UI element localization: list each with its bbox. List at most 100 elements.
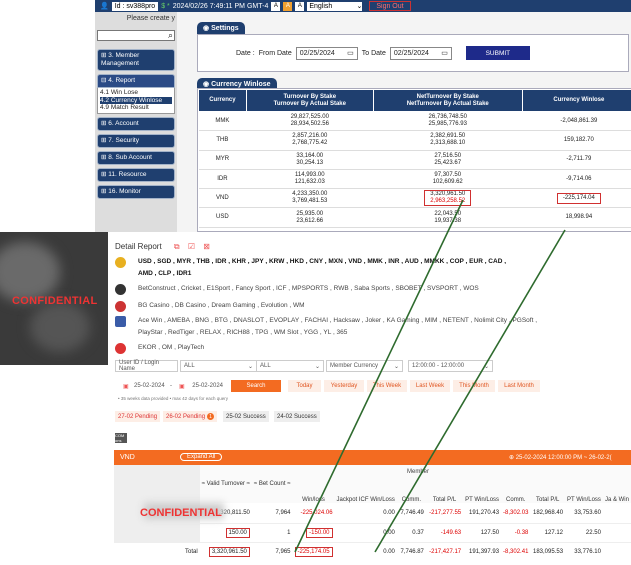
sidebar-item-member[interactable]: ⊞ 3. Member Management bbox=[97, 49, 175, 71]
submit-button[interactable]: SUBMIT bbox=[465, 46, 530, 60]
clear-icon[interactable]: ⊠ bbox=[203, 242, 210, 251]
search-icon[interactable]: ⌕ bbox=[168, 30, 173, 41]
cw-row: THB 2,857,216.00 2,768,775.42 2,382,691.50 2… bbox=[198, 130, 631, 151]
search-input[interactable]: ⌕ bbox=[97, 30, 175, 41]
signout-button[interactable]: Sign Out bbox=[369, 1, 411, 11]
cell: 127.12 bbox=[530, 523, 566, 543]
calendar-icon[interactable]: ▭ bbox=[441, 49, 448, 57]
cw-col-3: Currency Winlose bbox=[521, 89, 631, 112]
chevron-down-icon: ⌄ bbox=[314, 363, 320, 370]
row-label: Total bbox=[114, 542, 200, 561]
edit-icon[interactable]: ⧉ bbox=[174, 242, 180, 251]
cw-turnover: 2,857,216.00 2,768,775.42 bbox=[246, 130, 374, 151]
sidebar-item-account[interactable]: ⊞ 6. Account bbox=[97, 116, 175, 131]
cell: -8,302.03 bbox=[501, 503, 531, 524]
sidebar-item-security[interactable]: ⊞ 7. Security bbox=[97, 133, 175, 148]
cw-turnover: 114,993.00 121,632.03 bbox=[246, 169, 374, 190]
expand-all-button[interactable]: Expand All bbox=[180, 453, 223, 461]
cw-currency: VND bbox=[198, 188, 247, 209]
cell: 7,746.49 bbox=[396, 503, 426, 524]
cell: -150.00 bbox=[292, 523, 335, 543]
highlight-value: -150.00 bbox=[306, 527, 333, 538]
cell: 183,095.53 bbox=[533, 548, 564, 555]
cw-netturnover: 3,320,961.50 2,963,258.52 bbox=[373, 188, 523, 209]
detail-report: Detail Report ⧉ ☑ ⊠ USD , SGD , MYR , TH… bbox=[108, 232, 631, 565]
success-25[interactable]: 25-02 Success bbox=[223, 411, 269, 422]
sidebar-item-subaccount[interactable]: ⊞ 8. Sub Account bbox=[97, 150, 175, 165]
last-month-button[interactable]: Last Month bbox=[498, 380, 540, 392]
sidebar-item-monitor[interactable]: ⊞ 16. Monitor bbox=[97, 184, 175, 199]
from-date-input[interactable]: 02/25/2024 ▭ bbox=[295, 46, 358, 60]
sports-icon bbox=[115, 284, 126, 295]
to-date-field[interactable]: ▣ 25-02-2024 bbox=[176, 380, 226, 392]
pending-27[interactable]: 27-02 Pending bbox=[115, 411, 161, 422]
this-month-button[interactable]: This Month bbox=[453, 380, 495, 392]
to-date-input[interactable]: 02/25/2024 ▭ bbox=[389, 46, 452, 60]
font-medium-button[interactable]: A bbox=[283, 1, 293, 11]
other-list: EKOR , OM , PlayTech bbox=[138, 344, 205, 351]
cell: 191,397.93 bbox=[469, 548, 500, 555]
top-bar: 👤 Id : sv388pro $ * 2024/02/26 7:49:11 P… bbox=[95, 0, 631, 12]
cell: 182,968.40 bbox=[530, 503, 566, 524]
success-24[interactable]: 24-02 Success bbox=[274, 411, 320, 422]
cell: 33,753.60 bbox=[565, 503, 603, 524]
col-total-pl-2: Total P/L bbox=[536, 497, 560, 503]
sidebar-item-winlose[interactable]: 4.1 Win Lose bbox=[100, 89, 172, 97]
time-range-select[interactable]: 12:00:00 - 12:00:00 ⌄ bbox=[408, 360, 493, 372]
cell: 0.37 bbox=[396, 523, 426, 543]
calendar-icon: ▣ bbox=[123, 383, 129, 390]
all-select-2[interactable]: ALL ⌄ bbox=[256, 360, 324, 372]
cell: 3,320,961.50 bbox=[200, 542, 252, 561]
from-date-field[interactable]: ▣ 25-02-2024- bbox=[120, 380, 175, 392]
confidential-panel: CONFIDENTIAL bbox=[0, 232, 108, 365]
language-select[interactable]: English ⌄ bbox=[307, 1, 363, 11]
cell: -217,277.55 bbox=[425, 503, 464, 524]
user-id[interactable]: Id : sv388pro bbox=[111, 1, 159, 11]
col-jackpot-2: Ja & Win bbox=[604, 497, 629, 503]
cw-netturnover: 22,043.50 19,937.38 bbox=[373, 207, 523, 228]
games-list: Ace Win , AMEBA , BNG , BTG , DNASLOT , … bbox=[138, 317, 538, 324]
cell: -8,302.41 bbox=[503, 548, 529, 555]
col-valid-turnover[interactable]: ≈ Valid Turnover ≈ bbox=[200, 465, 252, 503]
cell: 7,964 bbox=[251, 503, 293, 524]
cell: -225,174.05 bbox=[293, 542, 335, 561]
casino-icon bbox=[115, 301, 126, 312]
detail-report-title: Detail Report ⧉ ☑ ⊠ bbox=[115, 242, 210, 251]
search-button[interactable]: Search bbox=[231, 380, 281, 392]
vnd-report-grid: VND Expand All ⊕ 25-02-2024 12:00:00 PM … bbox=[114, 450, 631, 565]
sidebar-item-match-result[interactable]: 4.9 Match Result bbox=[100, 104, 172, 112]
vnd-label: VND bbox=[120, 454, 135, 461]
calendar-icon[interactable]: ▭ bbox=[347, 49, 354, 57]
today-button[interactable]: Today bbox=[288, 380, 321, 392]
yesterday-button[interactable]: Yesterday bbox=[324, 380, 364, 392]
sidebar-item-currency-winlose[interactable]: 4.2 Currency Winlose bbox=[100, 96, 172, 104]
cell: 127.50 bbox=[463, 523, 502, 543]
sidebar-item-resource[interactable]: ⊞ 11. Resource bbox=[97, 167, 175, 182]
cell: -0.38 bbox=[501, 523, 531, 543]
last-week-button[interactable]: Last Week bbox=[410, 380, 450, 392]
admin-portal: 👤 Id : sv388pro $ * 2024/02/26 7:49:11 P… bbox=[95, 0, 631, 232]
font-large-button[interactable]: A bbox=[295, 1, 305, 11]
font-small-button[interactable]: A bbox=[271, 1, 281, 11]
cw-row: MYR 33,164.00 30,254.13 27,516.50 25,423.67-… bbox=[198, 150, 631, 170]
date-label: Date : bbox=[236, 49, 255, 57]
cw-currency: IDR bbox=[198, 169, 247, 190]
detail-report-area: CONFIDENTIAL Detail Report ⧉ ☑ ⊠ USD , S… bbox=[0, 232, 631, 565]
sidebar-item-report[interactable]: ⊟ 4. Report bbox=[97, 74, 175, 88]
cell: 0.00 bbox=[334, 503, 397, 524]
settings-title: ◉ Settings bbox=[197, 22, 245, 34]
user-id-input[interactable]: User ID / Login Name bbox=[115, 360, 178, 372]
pending-26[interactable]: 26-02 Pending 1 bbox=[163, 411, 218, 422]
confidential-label-2: CONFIDENTIAL bbox=[140, 507, 222, 519]
user-icon: 👤 bbox=[100, 3, 109, 10]
cw-netturnover: 97,307.50 102,609.62 bbox=[373, 169, 523, 190]
check-icon[interactable]: ☑ bbox=[188, 242, 195, 251]
all-select-1[interactable]: ALL ⌄ bbox=[180, 360, 257, 372]
col-bet-count[interactable]: ≈ Bet Count ≈ bbox=[252, 465, 293, 503]
sidebar: Please create y ⌕ ⊞ 3. Member Management… bbox=[95, 12, 177, 232]
cell: 7,965 bbox=[275, 548, 291, 555]
this-week-button[interactable]: This Week bbox=[367, 380, 407, 392]
cw-turnover: 25,935.00 23,612.66 bbox=[246, 207, 374, 228]
games-icon bbox=[115, 316, 126, 327]
member-currency-select[interactable]: Member Currency ⌄ bbox=[326, 360, 403, 372]
